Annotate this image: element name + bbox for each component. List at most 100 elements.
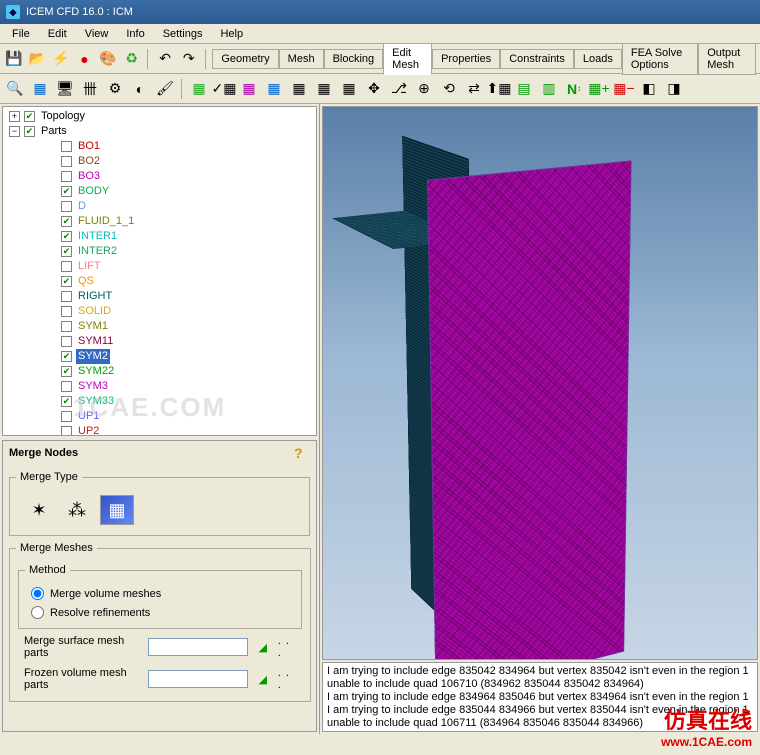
tab-mesh[interactable]: Mesh bbox=[279, 49, 324, 69]
tree-part-inter1[interactable]: ✔INTER1 bbox=[5, 229, 314, 244]
tree-part-lift[interactable]: LIFT bbox=[5, 259, 314, 274]
tree-part-d[interactable]: D bbox=[5, 199, 314, 214]
palette-icon[interactable]: 🎨 bbox=[98, 48, 118, 70]
measure-icon[interactable]: 卌 bbox=[79, 78, 101, 100]
tree-part-bo2[interactable]: BO2 bbox=[5, 154, 314, 169]
tree-part-sym22[interactable]: ✔SYM22 bbox=[5, 364, 314, 379]
3d-viewport[interactable] bbox=[322, 106, 758, 660]
tree-part-qs[interactable]: ✔QS bbox=[5, 274, 314, 289]
tab-properties[interactable]: Properties bbox=[432, 49, 500, 69]
tree-checkbox[interactable] bbox=[61, 201, 72, 212]
pick-surface-icon[interactable]: ◢ bbox=[254, 637, 272, 657]
tree-checkbox[interactable]: ✔ bbox=[24, 126, 35, 137]
tree-checkbox[interactable] bbox=[61, 426, 72, 436]
tree-part-inter2[interactable]: ✔INTER2 bbox=[5, 244, 314, 259]
tree-checkbox[interactable] bbox=[61, 306, 72, 317]
tree-part-solid[interactable]: SOLID bbox=[5, 304, 314, 319]
merge-multi-icon[interactable]: ⁂ bbox=[62, 495, 92, 525]
help-icon[interactable]: ? bbox=[294, 445, 310, 461]
surface-more-button[interactable]: . . . bbox=[278, 635, 296, 659]
mesh-minus-icon[interactable]: ▦− bbox=[613, 78, 635, 100]
tree-checkbox[interactable]: ✔ bbox=[61, 396, 72, 407]
tree-checkbox[interactable]: ✔ bbox=[61, 276, 72, 287]
mesh-coarsen-icon[interactable]: ▦ bbox=[338, 78, 360, 100]
mesh-transform-icon[interactable]: ⟲ bbox=[438, 78, 460, 100]
options-icon[interactable]: ⚙ bbox=[104, 78, 126, 100]
menu-file[interactable]: File bbox=[4, 26, 38, 42]
mesh-layers-icon[interactable]: ▤ bbox=[513, 78, 535, 100]
surface-parts-input[interactable] bbox=[148, 638, 248, 656]
tree-collapse-icon[interactable]: − bbox=[9, 126, 20, 137]
zoom-in-icon[interactable]: 🔍 bbox=[4, 78, 26, 100]
mesh-refine-icon[interactable]: ▦ bbox=[313, 78, 335, 100]
menu-edit[interactable]: Edit bbox=[40, 26, 75, 42]
tree-checkbox[interactable]: ✔ bbox=[61, 246, 72, 257]
menu-help[interactable]: Help bbox=[212, 26, 251, 42]
shade-icon[interactable]: ◐ bbox=[129, 78, 151, 100]
mesh-edit-icon[interactable]: ▦ bbox=[263, 78, 285, 100]
pick-frozen-icon[interactable]: ◢ bbox=[254, 669, 272, 689]
mesh-merge-icon[interactable]: ⊕ bbox=[413, 78, 435, 100]
tree-parts[interactable]: − ✔ Parts bbox=[5, 124, 314, 139]
tree-checkbox[interactable]: ✔ bbox=[61, 366, 72, 377]
radio-merge-volume[interactable]: Merge volume meshes bbox=[25, 584, 295, 603]
mesh-create-icon[interactable]: ▦ bbox=[188, 78, 210, 100]
tab-edit-mesh[interactable]: Edit Mesh bbox=[383, 43, 432, 75]
radio-merge-volume-input[interactable] bbox=[31, 587, 44, 600]
mesh-convert-icon[interactable]: ⇄ bbox=[463, 78, 485, 100]
frozen-more-button[interactable]: . . . bbox=[278, 667, 296, 691]
tree-checkbox[interactable] bbox=[61, 336, 72, 347]
tab-fea-solve[interactable]: FEA Solve Options bbox=[622, 43, 698, 75]
tab-output-mesh[interactable]: Output Mesh bbox=[698, 43, 756, 75]
mesh-tool-a-icon[interactable]: ◧ bbox=[638, 78, 660, 100]
red-sphere-icon[interactable]: ● bbox=[75, 48, 95, 70]
message-console[interactable]: I am trying to include edge 835042 83496… bbox=[322, 662, 758, 732]
open-folder-icon[interactable]: 📂 bbox=[28, 48, 48, 70]
tree-checkbox[interactable] bbox=[61, 141, 72, 152]
tree-checkbox[interactable] bbox=[61, 171, 72, 182]
tree-part-bo3[interactable]: BO3 bbox=[5, 169, 314, 184]
tree-part-fluid_1_1[interactable]: ✔FLUID_1_1 bbox=[5, 214, 314, 229]
mesh-move-icon[interactable]: ✥ bbox=[363, 78, 385, 100]
mesh-extrude-icon[interactable]: ⬆▦ bbox=[488, 78, 510, 100]
tree-checkbox[interactable]: ✔ bbox=[24, 111, 35, 122]
mesh-smooth-icon[interactable]: ▦ bbox=[288, 78, 310, 100]
radio-resolve[interactable]: Resolve refinements bbox=[25, 603, 295, 622]
tree-part-sym1[interactable]: SYM1 bbox=[5, 319, 314, 334]
merge-single-icon[interactable]: ✶ bbox=[24, 495, 54, 525]
save-icon[interactable]: 💾 bbox=[4, 48, 24, 70]
tree-checkbox[interactable]: ✔ bbox=[61, 216, 72, 227]
tree-part-bo1[interactable]: BO1 bbox=[5, 139, 314, 154]
wireframe-icon[interactable]: ▦ bbox=[29, 78, 51, 100]
tree-part-sym3[interactable]: SYM3 bbox=[5, 379, 314, 394]
mesh-check-icon[interactable]: ✓▦ bbox=[213, 78, 235, 100]
mesh-tool-b-icon[interactable]: ◨ bbox=[663, 78, 685, 100]
tree-checkbox[interactable] bbox=[61, 261, 72, 272]
mesh-split-icon[interactable]: ⎇ bbox=[388, 78, 410, 100]
mesh-quality-icon[interactable]: ▦ bbox=[238, 78, 260, 100]
tab-constraints[interactable]: Constraints bbox=[500, 49, 574, 69]
tree-checkbox[interactable]: ✔ bbox=[61, 231, 72, 242]
frozen-parts-input[interactable] bbox=[148, 670, 248, 688]
tree-topology[interactable]: + ✔ Topology bbox=[5, 109, 314, 124]
radio-resolve-input[interactable] bbox=[31, 606, 44, 619]
menu-info[interactable]: Info bbox=[118, 26, 152, 42]
merge-volume-icon[interactable]: ▦ bbox=[100, 495, 134, 525]
tree-part-sym33[interactable]: ✔SYM33 bbox=[5, 394, 314, 409]
menu-settings[interactable]: Settings bbox=[155, 26, 211, 42]
tree-checkbox[interactable] bbox=[61, 156, 72, 167]
menu-view[interactable]: View bbox=[77, 26, 117, 42]
tab-loads[interactable]: Loads bbox=[574, 49, 622, 69]
model-tree[interactable]: + ✔ Topology − ✔ Parts BO1BO2BO3✔BODYD✔F… bbox=[2, 106, 317, 436]
lightning-icon[interactable]: ⚡ bbox=[51, 48, 71, 70]
brush-icon[interactable]: 🖌 bbox=[154, 78, 176, 100]
mesh-plus-icon[interactable]: ▦+ bbox=[588, 78, 610, 100]
tree-checkbox[interactable]: ✔ bbox=[61, 186, 72, 197]
tab-geometry[interactable]: Geometry bbox=[212, 49, 278, 69]
redo-icon[interactable]: ↷ bbox=[179, 48, 199, 70]
tree-part-sym2[interactable]: ✔SYM2 bbox=[5, 349, 314, 364]
tree-part-body[interactable]: ✔BODY bbox=[5, 184, 314, 199]
tree-part-up1[interactable]: UP1 bbox=[5, 409, 314, 424]
mesh-reorder-icon[interactable]: ▥ bbox=[538, 78, 560, 100]
tree-checkbox[interactable] bbox=[61, 411, 72, 422]
